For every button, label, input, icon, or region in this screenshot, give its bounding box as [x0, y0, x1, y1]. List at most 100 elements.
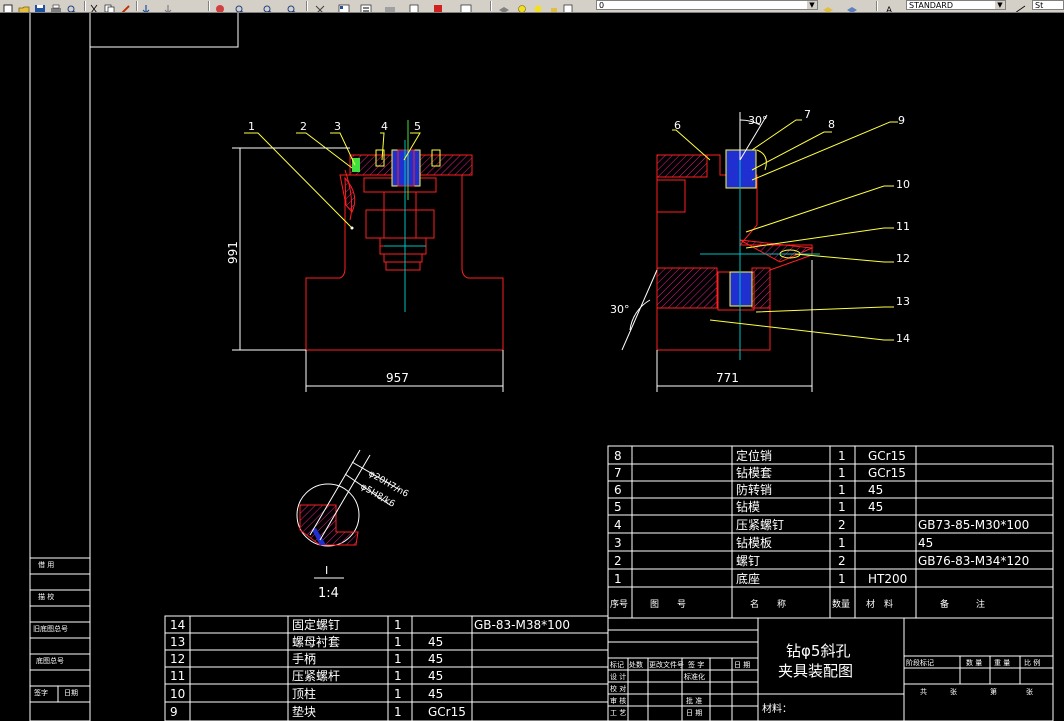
angle-left: 30° — [610, 303, 630, 316]
tb-col-doc: 更改文件号 — [649, 660, 684, 669]
parts-header-note: 备 注 — [940, 598, 985, 610]
open-icon[interactable] — [18, 0, 32, 12]
layer-color-icon[interactable] — [562, 0, 576, 12]
tb-weight: 重 量 — [994, 659, 1010, 667]
tb-standardization: 标准化 — [684, 672, 705, 681]
layer-combo-value: 0 — [599, 1, 605, 10]
calculator-icon[interactable] — [432, 0, 446, 12]
balloon-4: 4 — [381, 120, 388, 133]
text-style-value: STANDARD — [909, 1, 954, 10]
parts-upper-no: 8 — [614, 449, 622, 463]
balloon-6: 6 — [674, 119, 681, 132]
parts-lower-name: 手柄 — [292, 652, 316, 666]
undo-icon[interactable] — [140, 0, 154, 12]
copy-icon[interactable] — [104, 0, 118, 12]
cut-icon[interactable] — [88, 0, 102, 12]
side-view[interactable]: 30° 30° 771 6 7 8 9 10 11 12 13 14 — [610, 108, 910, 392]
parts-lower-mat: GCr15 — [428, 705, 466, 719]
dim-style-combo[interactable]: St — [1032, 0, 1064, 10]
match-properties-icon[interactable] — [120, 0, 134, 12]
svg-text:A: A — [886, 6, 893, 13]
side-label-old-base: 旧底图总号 — [33, 624, 68, 633]
parts-lower-note: GB-83-M38*100 — [474, 618, 570, 632]
parts-upper-mat: 45 — [868, 483, 883, 497]
parts-upper-mat: 45 — [868, 500, 883, 514]
balloon-14: 14 — [896, 332, 910, 345]
properties-icon[interactable] — [314, 0, 328, 12]
tb-row-check: 校 对 — [610, 684, 626, 693]
balloon-7: 7 — [804, 108, 811, 121]
balloon-1: 1 — [248, 120, 255, 133]
angle-top: 30° — [748, 114, 768, 127]
parts-upper-no: 4 — [614, 518, 622, 532]
tb-sheet-no: 第 — [990, 687, 997, 696]
tb-row-review: 审 核 — [610, 696, 626, 705]
save-icon[interactable] — [34, 0, 48, 12]
zoom-window-icon[interactable] — [262, 0, 276, 12]
preview-icon[interactable] — [66, 0, 80, 12]
markup-icon[interactable] — [408, 0, 422, 12]
print-icon[interactable] — [50, 0, 64, 12]
drawing-canvas[interactable]: 借 用 描 校 旧底图总号 底图总号 签字 日期 991 957 1 2 3 4… — [0, 13, 1064, 721]
design-center-icon[interactable] — [338, 0, 352, 12]
front-view[interactable]: 991 957 1 2 3 4 5 — [226, 120, 504, 392]
balloon-13: 13 — [896, 295, 910, 308]
parts-lower-no: 13 — [170, 635, 185, 649]
parts-upper-qty: 1 — [838, 466, 846, 480]
parts-lower-qty: 1 — [394, 635, 402, 649]
balloon-10: 10 — [896, 178, 910, 191]
help-icon[interactable] — [460, 0, 474, 12]
parts-upper-mat: GCr15 — [868, 449, 906, 463]
side-label-trace: 描 校 — [38, 592, 54, 601]
redo-icon[interactable] — [162, 0, 176, 12]
parts-lower-no: 14 — [170, 618, 185, 632]
balloon-11: 11 — [896, 220, 910, 233]
dim-style-value: St — [1035, 1, 1044, 10]
drawing-title-line1: 钻φ5斜孔 — [786, 642, 850, 660]
dim-style-icon[interactable] — [1014, 0, 1028, 12]
new-icon[interactable] — [2, 0, 16, 12]
parts-upper-name: 定位销 — [736, 448, 772, 463]
make-layer-current-icon[interactable] — [822, 0, 836, 12]
toolbar: 0 ▼ A STANDARD ▼ St — [0, 0, 1064, 13]
parts-lower-mat: 45 — [428, 669, 443, 683]
text-style-icon[interactable]: A — [884, 0, 898, 13]
layer-lock-icon[interactable] — [548, 0, 562, 12]
pan-icon[interactable] — [214, 0, 228, 12]
parts-lower-no: 11 — [170, 669, 185, 683]
chevron-down-icon[interactable]: ▼ — [807, 1, 817, 9]
tb-stage-mark: 阶段标记 — [906, 658, 934, 667]
tb-col-date: 日 期 — [734, 661, 750, 669]
parts-lower-qty: 1 — [394, 652, 402, 666]
parts-lower-no: 12 — [170, 652, 185, 666]
zoom-realtime-icon[interactable] — [234, 0, 248, 12]
tb-row-design: 设 计 — [610, 672, 626, 681]
tb-approve: 批 准 — [686, 696, 702, 705]
sheet-set-icon[interactable] — [384, 0, 398, 12]
balloon-2: 2 — [300, 120, 307, 133]
zoom-previous-icon[interactable] — [286, 0, 300, 12]
layer-previous-icon[interactable] — [846, 0, 860, 12]
tb-date: 日 期 — [686, 709, 702, 717]
parts-lower-no: 9 — [170, 705, 178, 719]
tool-palettes-icon[interactable] — [360, 0, 374, 12]
material-label: 材料： — [762, 702, 792, 715]
layer-manager-icon[interactable] — [498, 0, 512, 12]
parts-upper-name: 钻模板 — [736, 535, 772, 550]
tb-row-mark: 标记 — [610, 660, 624, 669]
text-style-combo[interactable]: STANDARD ▼ — [906, 0, 1006, 10]
parts-upper-no: 7 — [614, 466, 622, 480]
layer-on-icon[interactable] — [516, 0, 530, 12]
detail-view[interactable]: φ20H7/n6 φ5H8/k6 I 1:4 — [296, 449, 410, 601]
layer-freeze-icon[interactable] — [532, 0, 546, 12]
parts-lower-no: 10 — [170, 687, 185, 701]
balloon-3: 3 — [334, 120, 341, 133]
parts-upper-no: 5 — [614, 500, 622, 514]
parts-header-no: 序号 — [610, 598, 628, 610]
parts-lower-name: 固定螺钉 — [292, 617, 340, 632]
chevron-down-icon[interactable]: ▼ — [995, 1, 1005, 9]
parts-upper-no: 2 — [614, 554, 622, 568]
parts-upper-name: 底座 — [736, 571, 760, 586]
layer-combo[interactable]: 0 ▼ — [596, 0, 818, 10]
dim-width-right: 771 — [716, 371, 739, 385]
